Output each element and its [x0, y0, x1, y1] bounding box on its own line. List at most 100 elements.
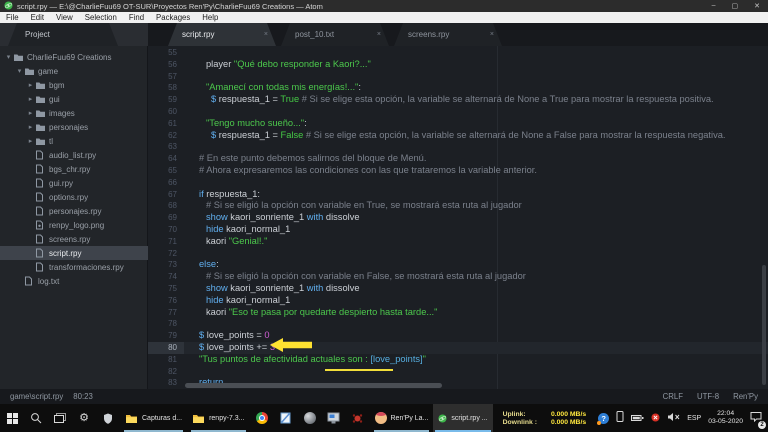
folder-renpy-task[interactable]: renpy-7.3...	[187, 404, 249, 432]
code-line-75[interactable]: 75 show kaori_sonriente_1 with dissolve	[148, 283, 768, 295]
tree-item-personajes[interactable]: ▸ personajes	[0, 120, 148, 134]
code-line-64[interactable]: 64 # En este punto debemos salirnos del b…	[148, 153, 768, 165]
code-line-68[interactable]: 68 # Si se eligió la opción con variable …	[148, 200, 768, 212]
menu-help[interactable]: Help	[196, 12, 224, 23]
chevron-right-icon[interactable]: ▸	[26, 109, 35, 117]
code-line-63[interactable]: 63	[148, 141, 768, 153]
tab-close-icon[interactable]: ×	[264, 31, 268, 38]
code-line-57[interactable]: 57	[148, 71, 768, 83]
task-view-button[interactable]	[48, 404, 72, 432]
tab-script-rpy[interactable]: script.rpy ×	[168, 23, 276, 46]
notepad-button[interactable]	[274, 404, 298, 432]
code-line-67[interactable]: 67 if respuesta_1:	[148, 189, 768, 201]
network-speed-monitor[interactable]: Uplink: 0.000 MB/s Downlink : 0.000 MB/s	[495, 404, 595, 432]
tree-item-game[interactable]: ▾ game	[0, 64, 148, 78]
battery-tray-icon[interactable]	[631, 409, 644, 427]
code-line-71[interactable]: 71 kaori "Genial!."	[148, 236, 768, 248]
code-line-55[interactable]: 55	[148, 47, 768, 59]
tree-item-script-rpy[interactable]: script.rpy	[0, 246, 148, 260]
code-line-79[interactable]: 79 $ love_points = 0	[148, 330, 768, 342]
volume-muted-icon[interactable]	[667, 409, 680, 427]
atom-task[interactable]: script.rpy ...	[433, 404, 493, 432]
settings-button[interactable]: ⚙	[72, 404, 96, 432]
search-button[interactable]	[24, 404, 48, 432]
code-line-72[interactable]: 72	[148, 248, 768, 260]
code-line-82[interactable]: 82	[148, 366, 768, 378]
text-editor[interactable]: 55 56 player "Qué debo responder a Kaori?.…	[148, 46, 768, 389]
code-line-65[interactable]: 65 # Ahora expresaremos las condiciones c…	[148, 165, 768, 177]
tree-item-personajes-rpy[interactable]: personajes.rpy	[0, 204, 148, 218]
tree-item-options-rpy[interactable]: options.rpy	[0, 190, 148, 204]
horizontal-scrollbar[interactable]	[185, 383, 442, 388]
tree-item-renpy-logo-png[interactable]: renpy_logo.png	[0, 218, 148, 232]
clock[interactable]: 22:04 03-05-2020	[708, 410, 743, 426]
chevron-right-icon[interactable]: ▸	[26, 123, 35, 131]
code-line-73[interactable]: 73 else:	[148, 259, 768, 271]
menu-file[interactable]: File	[0, 12, 25, 23]
vertical-scrollbar[interactable]	[762, 265, 766, 385]
code-line-81[interactable]: 81 "Tus puntos de afectividad actuales so…	[148, 354, 768, 366]
code-line-66[interactable]: 66	[148, 177, 768, 189]
code-line-80[interactable]: 80 $ love_points += 3	[148, 342, 768, 354]
status-bar: game\script.rpy 80:23 CRLF UTF-8 Ren'Py	[0, 389, 768, 404]
code-line-59[interactable]: 59 $ respuesta_1 = True # Si se elige est…	[148, 94, 768, 106]
close-button[interactable]: ✕	[754, 2, 760, 10]
tree-item-gui-rpy[interactable]: gui.rpy	[0, 176, 148, 190]
tab-screens-rpy[interactable]: screens.rpy ×	[394, 23, 502, 46]
sphere-app-button[interactable]	[298, 404, 322, 432]
defender-button[interactable]	[96, 404, 120, 432]
tab-close-icon[interactable]: ×	[490, 31, 494, 38]
chevron-right-icon[interactable]: ▸	[26, 137, 35, 145]
monitor-app-button[interactable]	[322, 404, 346, 432]
code-line-56[interactable]: 56 player "Qué debo responder a Kaori?...…	[148, 59, 768, 71]
encoding-indicator[interactable]: UTF-8	[697, 392, 719, 401]
tree-item-tl[interactable]: ▸ tl	[0, 134, 148, 148]
tree-item-gui[interactable]: ▸ gui	[0, 92, 148, 106]
minimize-button[interactable]: –	[712, 2, 716, 10]
tree-item-screens-rpy[interactable]: screens.rpy	[0, 232, 148, 246]
code-line-60[interactable]: 60	[148, 106, 768, 118]
phone-tray-icon[interactable]	[616, 409, 624, 427]
chevron-down-icon[interactable]: ▾	[15, 67, 24, 75]
menu-edit[interactable]: Edit	[25, 12, 50, 23]
code-line-76[interactable]: 76 hide kaori_normal_1	[148, 295, 768, 307]
code-line-62[interactable]: 62 $ respuesta_1 = False # Si se elige es…	[148, 130, 768, 142]
alert-tray-icon[interactable]	[651, 409, 660, 427]
help-tray-icon[interactable]: ?	[597, 412, 610, 425]
renpy-launcher-task[interactable]: Ren'Py La...	[370, 404, 434, 432]
tab-close-icon[interactable]: ×	[377, 31, 381, 38]
code-line-78[interactable]: 78	[148, 318, 768, 330]
chevron-right-icon[interactable]: ▸	[26, 95, 35, 103]
cursor-position[interactable]: 80:23	[73, 392, 93, 401]
language-indicator[interactable]: ESP	[687, 415, 701, 422]
red-app-button[interactable]	[346, 404, 370, 432]
chevron-down-icon[interactable]: ▾	[4, 53, 13, 61]
action-center-icon[interactable]: 2	[750, 409, 766, 429]
line-ending-indicator[interactable]: CRLF	[663, 392, 683, 401]
code-line-74[interactable]: 74 # Si se eligió la opción con variable …	[148, 271, 768, 283]
tree-item-bgs-chr-rpy[interactable]: bgs_chr.rpy	[0, 162, 148, 176]
tab-post-10-txt[interactable]: post_10.txt ×	[281, 23, 389, 46]
code-line-70[interactable]: 70 hide kaori_normal_1	[148, 224, 768, 236]
code-line-58[interactable]: 58 "Amanecí con todas mis energías!...":	[148, 82, 768, 94]
chrome-button[interactable]	[250, 404, 274, 432]
maximize-button[interactable]: ▢	[732, 2, 739, 10]
tab-project[interactable]: Project	[8, 23, 118, 46]
menu-selection[interactable]: Selection	[79, 12, 123, 23]
menu-view[interactable]: View	[50, 12, 79, 23]
grammar-indicator[interactable]: Ren'Py	[733, 392, 758, 401]
chevron-right-icon[interactable]: ▸	[26, 81, 35, 89]
tree-item-images[interactable]: ▸ images	[0, 106, 148, 120]
menu-find[interactable]: Find	[123, 12, 150, 23]
code-line-69[interactable]: 69 show kaori_sonriente_1 with dissolve	[148, 212, 768, 224]
menu-packages[interactable]: Packages	[150, 12, 196, 23]
tree-item-log-txt[interactable]: log.txt	[0, 274, 148, 288]
code-line-61[interactable]: 61 "Tengo mucho sueño...":	[148, 118, 768, 130]
tree-item-bgm[interactable]: ▸ bgm	[0, 78, 148, 92]
tree-item-audio-list-rpy[interactable]: audio_list.rpy	[0, 148, 148, 162]
code-line-77[interactable]: 77 kaori "Eso te pasa por quedarte despie…	[148, 307, 768, 319]
tree-item-charliefuu69-creations[interactable]: ▾ CharlieFuu69 Creations	[0, 50, 148, 64]
start-button[interactable]	[0, 404, 24, 432]
folder-capturas-task[interactable]: Capturas d...	[120, 404, 187, 432]
tree-item-transformaciones-rpy[interactable]: transformaciones.rpy	[0, 260, 148, 274]
